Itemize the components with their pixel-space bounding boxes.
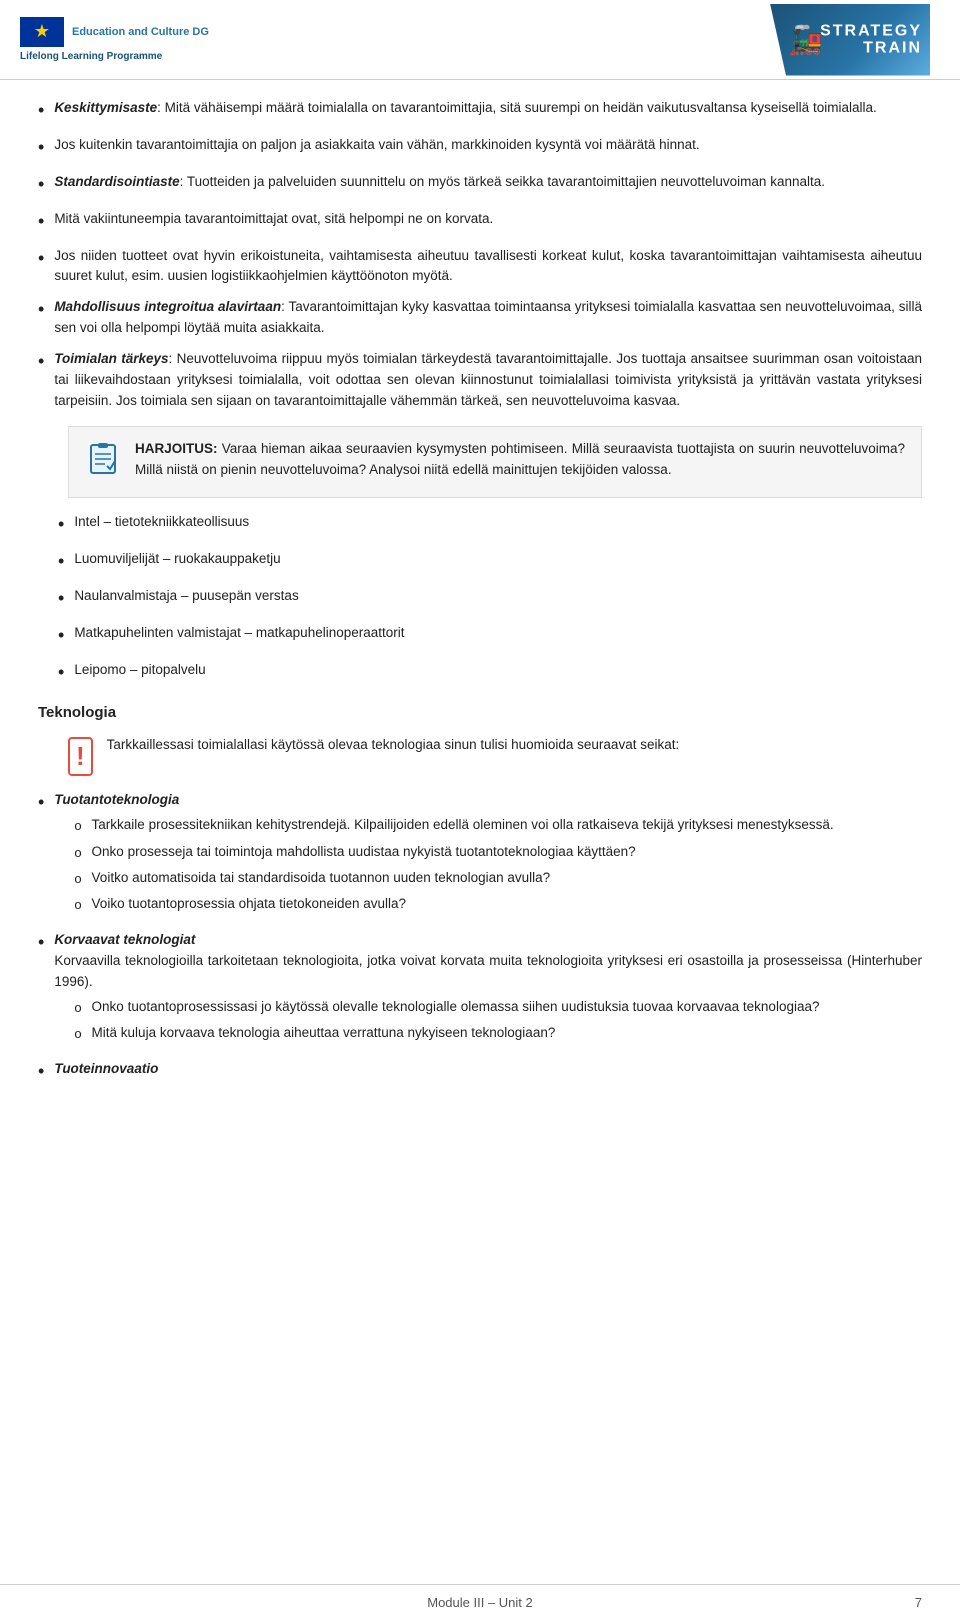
list-item: Onko tuotantoprosessissasi jo käytössä o… bbox=[74, 997, 922, 1018]
list-item: Tuotantoteknologia Tarkkaile prosessitek… bbox=[38, 790, 922, 919]
eu-flag-icon: ★ bbox=[20, 17, 64, 47]
list-item: Tuoteinnovaatio bbox=[38, 1059, 922, 1086]
list-item: Korvaavat teknologiat Korvaavilla teknol… bbox=[38, 930, 922, 1049]
list-item: Intel – tietotekniikkateollisuus bbox=[58, 512, 922, 539]
list-item: Voiko tuotantoprosessia ohjata tietokone… bbox=[74, 894, 922, 915]
tuotantoteknologia-label: Tuotantoteknologia Tarkkaile prosessitek… bbox=[54, 790, 922, 919]
footer-page-number: 7 bbox=[915, 1595, 922, 1610]
strategy-train-logo: 🚂 STRATEGY TRAIN bbox=[770, 4, 930, 76]
main-bullet-list: Keskittymisaste: Mitä vähäisempi määrä t… bbox=[38, 98, 922, 412]
tuotanto-sub-2: Voitko automatisoida tai standardisoida … bbox=[92, 868, 922, 889]
tuotanto-sub-1: Onko prosesseja tai toimintoja mahdollis… bbox=[92, 842, 922, 863]
tuotantoteknologia-list: Tuotantoteknologia Tarkkaile prosessitek… bbox=[38, 790, 922, 1085]
attention-text: Tarkkaillessasi toimialallasi käytössä o… bbox=[107, 735, 922, 756]
company-list: Intel – tietotekniikkateollisuus Luomuvi… bbox=[58, 512, 922, 686]
list-item: Mitä kuluja korvaava teknologia aiheutta… bbox=[74, 1023, 922, 1044]
tuoteinnovaatio-label: Tuoteinnovaatio bbox=[54, 1059, 922, 1080]
main-content: Keskittymisaste: Mitä vähäisempi määrä t… bbox=[0, 80, 960, 1114]
list-item: Mitä vakiintuneempia tavarantoimittajat … bbox=[38, 209, 922, 236]
lifelong-text: Lifelong Learning Programme bbox=[20, 51, 162, 62]
list-item: Standardisointiaste: Tuotteiden ja palve… bbox=[38, 172, 922, 199]
list-item: Toimialan tärkeys: Neuvotteluvoima riipp… bbox=[38, 349, 922, 412]
exercise-text: HARJOITUS: Varaa hieman aikaa seuraavien… bbox=[135, 439, 905, 481]
bullet3-text: Standardisointiaste: Tuotteiden ja palve… bbox=[54, 172, 922, 193]
svg-text:★: ★ bbox=[34, 21, 50, 41]
footer-center-text: Module III – Unit 2 bbox=[427, 1595, 533, 1610]
attention-box: ! Tarkkaillessasi toimialallasi käytössä… bbox=[68, 735, 922, 776]
company-item-2: Naulanvalmistaja – puusepän verstas bbox=[74, 586, 922, 607]
list-item: Matkapuhelinten valmistajat – matkapuhel… bbox=[58, 623, 922, 650]
strategy-train-text: STRATEGY TRAIN bbox=[820, 22, 922, 57]
list-item: Leipomo – pitopalvelu bbox=[58, 660, 922, 687]
header: ★ Education and Culture DG Lifelong Lear… bbox=[0, 0, 960, 80]
eu-dg-text: Education and Culture DG bbox=[72, 25, 209, 39]
list-item: Luomuviljelijät – ruokakauppaketju bbox=[58, 549, 922, 576]
train-icon: 🚂 bbox=[788, 23, 823, 56]
clipboard-icon bbox=[85, 441, 121, 477]
company-item-4: Leipomo – pitopalvelu bbox=[74, 660, 922, 681]
bullet1-text: Keskittymisaste: Mitä vähäisempi määrä t… bbox=[54, 98, 922, 119]
footer: Module III – Unit 2 7 bbox=[0, 1584, 960, 1620]
company-item-3: Matkapuhelinten valmistajat – matkapuhel… bbox=[74, 623, 922, 644]
company-item-0: Intel – tietotekniikkateollisuus bbox=[74, 512, 922, 533]
list-item: Voitko automatisoida tai standardisoida … bbox=[74, 868, 922, 889]
tuotanto-sub-3: Voiko tuotantoprosessia ohjata tietokone… bbox=[92, 894, 922, 915]
eu-logo: ★ Education and Culture DG bbox=[20, 17, 209, 47]
exclamation-icon: ! bbox=[68, 737, 93, 776]
teknologia-heading: Teknologia bbox=[38, 704, 922, 721]
bullet6-text: Mahdollisuus integroitua alavirtaan: Tav… bbox=[54, 297, 922, 339]
bullet5-text: Jos niiden tuotteet ovat hyvin erikoistu… bbox=[54, 246, 922, 288]
list-item: Keskittymisaste: Mitä vähäisempi määrä t… bbox=[38, 98, 922, 125]
korvaavat-sub-list: Onko tuotantoprosessissasi jo käytössä o… bbox=[74, 997, 922, 1044]
korvaavat-label-text: Korvaavat teknologiat Korvaavilla teknol… bbox=[54, 930, 922, 1049]
tuotanto-sub-list: Tarkkaile prosessitekniikan kehitystrend… bbox=[74, 815, 922, 915]
teknologia-section: Teknologia ! Tarkkaillessasi toimialalla… bbox=[38, 704, 922, 1085]
list-item: Jos niiden tuotteet ovat hyvin erikoistu… bbox=[38, 246, 922, 288]
bullet7-text: Toimialan tärkeys: Neuvotteluvoima riipp… bbox=[54, 349, 922, 412]
bullet2-text: Jos kuitenkin tavarantoimittajia on palj… bbox=[54, 135, 922, 156]
korvaavat-sub-1: Mitä kuluja korvaava teknologia aiheutta… bbox=[92, 1023, 922, 1044]
exercise-icon bbox=[85, 441, 121, 485]
tuotanto-sub-0: Tarkkaile prosessitekniikan kehitystrend… bbox=[92, 815, 922, 836]
company-item-1: Luomuviljelijät – ruokakauppaketju bbox=[74, 549, 922, 570]
list-item: Onko prosesseja tai toimintoja mahdollis… bbox=[74, 842, 922, 863]
list-item: Mahdollisuus integroitua alavirtaan: Tav… bbox=[38, 297, 922, 339]
list-item: Jos kuitenkin tavarantoimittajia on palj… bbox=[38, 135, 922, 162]
exercise-box: HARJOITUS: Varaa hieman aikaa seuraavien… bbox=[68, 426, 922, 498]
korvaavat-sub-0: Onko tuotantoprosessissasi jo käytössä o… bbox=[92, 997, 922, 1018]
list-item: Tarkkaile prosessitekniikan kehitystrend… bbox=[74, 815, 922, 836]
bullet4-text: Mitä vakiintuneempia tavarantoimittajat … bbox=[54, 209, 922, 230]
header-left: ★ Education and Culture DG Lifelong Lear… bbox=[20, 17, 209, 62]
list-item: Naulanvalmistaja – puusepän verstas bbox=[58, 586, 922, 613]
